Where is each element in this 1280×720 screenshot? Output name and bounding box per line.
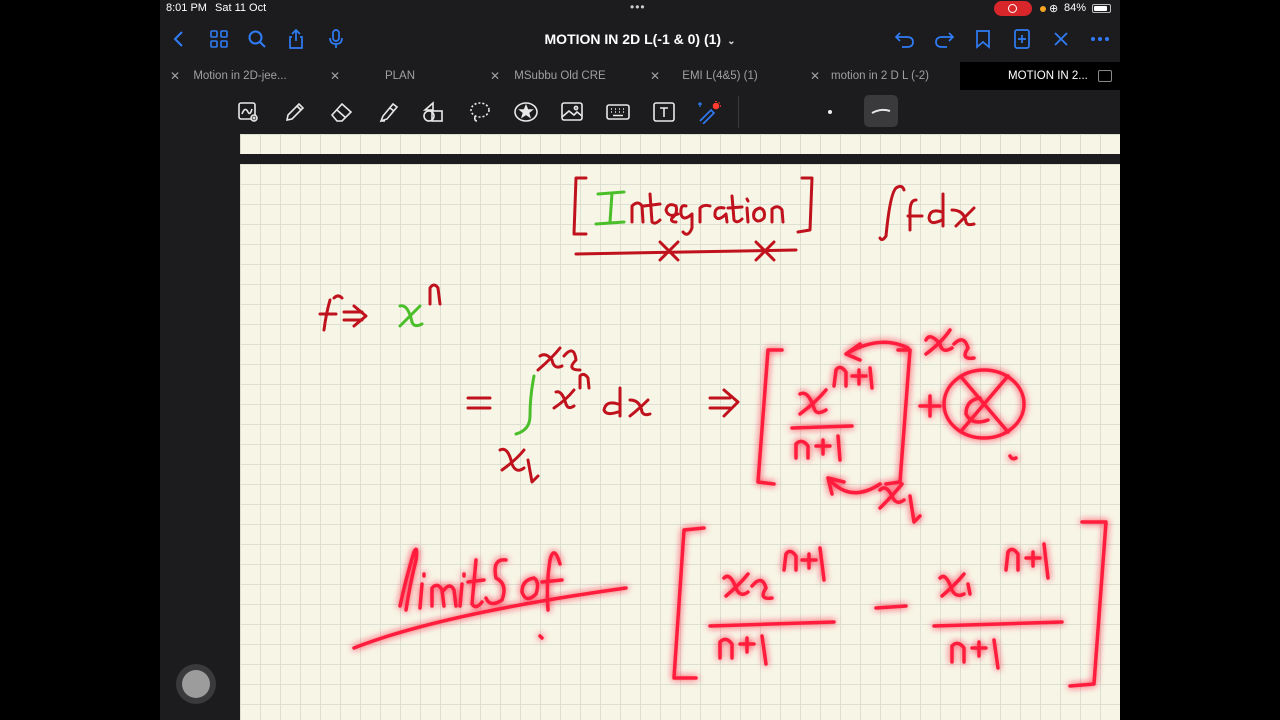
definite-integral-expression — [466, 346, 740, 484]
battery-icon — [1092, 4, 1111, 13]
stroke-width-small-icon[interactable] — [828, 110, 832, 114]
assistive-touch-inner[interactable] — [182, 670, 210, 698]
mic-indicator-icon — [1040, 6, 1046, 12]
pen-icon[interactable] — [281, 98, 309, 126]
battery-level — [1094, 6, 1107, 11]
handwritten-ink-layer — [318, 176, 1108, 688]
tab-label[interactable]: EMI L(4&5) (1) — [640, 70, 800, 82]
assistive-touch-button[interactable] — [176, 664, 216, 704]
limits-of-label — [352, 547, 628, 650]
bookmark-icon[interactable] — [970, 26, 996, 52]
document-tab[interactable]: ✕ EMI L(4&5) (1) — [640, 62, 800, 90]
image-icon[interactable] — [558, 98, 586, 126]
redo-icon[interactable] — [931, 26, 957, 52]
toolbar-divider — [738, 96, 739, 128]
lasso-selection-icon[interactable] — [234, 98, 262, 126]
undo-icon[interactable] — [892, 26, 918, 52]
document-tab-active[interactable]: MOTION IN 2... — [960, 62, 1120, 90]
add-page-icon[interactable] — [1009, 26, 1035, 52]
laser-pointer-icon[interactable] — [695, 98, 723, 126]
document-tab[interactable]: ✕ MSubbu Old CRE — [480, 62, 640, 90]
notebook-page[interactable] — [240, 164, 1120, 720]
limits-evaluation — [672, 520, 1108, 688]
stroke-smoothing-icon[interactable] — [864, 95, 898, 127]
more-icon[interactable] — [1087, 26, 1113, 52]
ipad-screen: 8:01 PM Sat 11 Oct ••• ⊕ 84% MOTION IN 2… — [160, 0, 1120, 720]
status-date: Sat 11 Oct — [215, 2, 267, 14]
document-title[interactable]: MOTION IN 2D L(-1 & 0) (1) — [545, 31, 722, 47]
lasso-icon[interactable] — [466, 98, 494, 126]
status-time: 8:01 PM — [166, 2, 207, 14]
document-tab-bar: ✕ Motion in 2D-jee... ✕ PLAN ✕ MSubbu Ol… — [160, 62, 1120, 90]
text-box-icon[interactable] — [650, 98, 678, 126]
drawing-toolbar — [160, 92, 1120, 132]
tab-label[interactable]: PLAN — [320, 70, 480, 82]
highlighter-icon[interactable] — [374, 98, 402, 126]
document-tab[interactable]: ✕ PLAN — [320, 62, 480, 90]
document-tab[interactable]: ✕ Motion in 2D-jee... — [160, 62, 320, 90]
tab-label[interactable]: motion in 2 D L (-2) — [800, 70, 960, 82]
battery-percentage: 84% — [1064, 2, 1087, 14]
f-equals-x-power-n — [318, 283, 442, 332]
navigation-bar: MOTION IN 2D L(-1 & 0) (1) ⌄ — [160, 18, 1120, 60]
eraser-icon[interactable] — [328, 98, 356, 126]
antiderivative-with-limits — [756, 328, 1026, 524]
tab-label[interactable]: MSubbu Old CRE — [480, 70, 640, 82]
keyboard-icon[interactable] — [604, 98, 632, 126]
screen-recording-icon[interactable] — [994, 1, 1032, 16]
document-tab[interactable]: ✕ motion in 2 D L (-2) — [800, 62, 960, 90]
tab-label[interactable]: Motion in 2D-jee... — [160, 70, 320, 82]
shapes-icon[interactable] — [420, 98, 448, 126]
status-bar: 8:01 PM Sat 11 Oct ••• ⊕ 84% — [160, 0, 1120, 18]
sticker-icon[interactable] — [512, 98, 540, 126]
rotation-lock-icon: ⊕ — [1049, 3, 1059, 15]
tab-label[interactable]: MOTION IN 2... — [1008, 70, 1088, 82]
chevron-down-icon[interactable]: ⌄ — [727, 36, 735, 47]
integration-heading — [572, 176, 976, 262]
new-window-icon[interactable] — [1098, 70, 1112, 82]
close-icon[interactable] — [1048, 26, 1074, 52]
multitasking-dots-icon[interactable]: ••• — [630, 0, 646, 14]
previous-page-edge — [240, 134, 1120, 154]
